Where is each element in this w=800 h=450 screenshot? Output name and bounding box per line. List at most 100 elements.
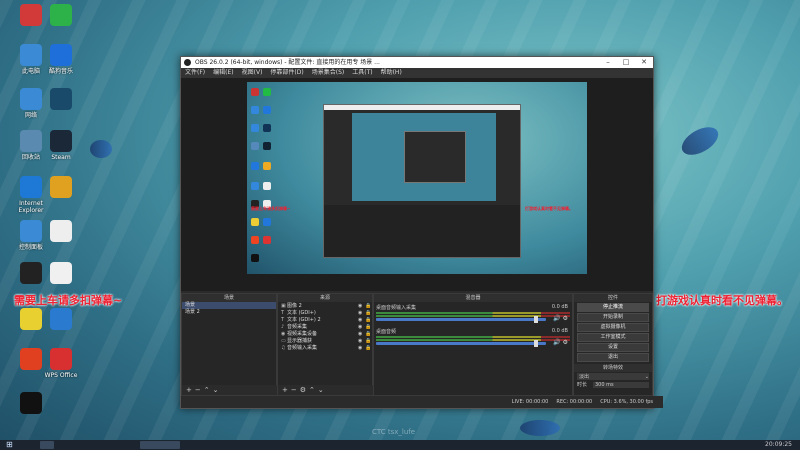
desktop-icon[interactable]: 酷狗音乐 xyxy=(38,44,84,75)
move-up-icon[interactable]: ⌃ xyxy=(309,386,315,394)
control-button[interactable]: 退出 xyxy=(577,353,649,362)
mini-desktop-icon xyxy=(263,88,271,96)
desktop-icon[interactable] xyxy=(8,392,54,416)
scenes-title: 场景 xyxy=(182,294,276,302)
volume-meter xyxy=(376,312,570,314)
mini-desktop-icon xyxy=(263,106,271,114)
scene-item[interactable]: 场景 2 xyxy=(182,309,276,316)
menu-item[interactable]: 场景集合(S) xyxy=(312,68,345,78)
lock-icon[interactable]: 🔒 xyxy=(365,338,372,344)
volume-meter xyxy=(376,339,570,341)
mini-desktop-icon xyxy=(251,254,259,262)
desktop-icon[interactable] xyxy=(38,262,84,286)
lock-icon[interactable]: 🔒 xyxy=(365,331,372,337)
desktop-icon[interactable]: WPS Office xyxy=(38,348,84,379)
remove-source-button[interactable]: − xyxy=(291,386,297,394)
taskbar: ⊞ 20:09:25 xyxy=(0,440,800,450)
source-item[interactable]: ◉ 视频采集设备 ◉ 🔒 xyxy=(278,330,372,338)
volume-fader[interactable] xyxy=(376,340,546,347)
fader-knob[interactable] xyxy=(533,340,538,347)
source-item[interactable]: ♫ 音频输入采集 ◉ 🔒 xyxy=(278,344,372,352)
move-up-icon[interactable]: ⌃ xyxy=(204,386,210,394)
mini-desktop-icon xyxy=(263,124,271,132)
mixer-db-value: 0.0 dB xyxy=(551,304,568,310)
desktop-icon[interactable] xyxy=(38,88,84,112)
move-down-icon[interactable]: ⌄ xyxy=(213,386,219,394)
menu-item[interactable]: 停靠部件(D) xyxy=(270,68,303,78)
volume-fader[interactable] xyxy=(376,316,546,323)
taskbar-item[interactable] xyxy=(140,441,180,449)
desktop-icon[interactable] xyxy=(38,220,84,244)
transition-type: 淡出 xyxy=(579,374,590,380)
desktop-icon[interactable] xyxy=(38,308,84,332)
remove-scene-button[interactable]: − xyxy=(195,386,201,394)
lock-icon[interactable]: 🔒 xyxy=(365,345,372,351)
taskbar-item[interactable] xyxy=(40,441,54,449)
visibility-eye-icon[interactable]: ◉ xyxy=(358,317,365,323)
maximize-button[interactable]: □ xyxy=(617,57,635,68)
visibility-eye-icon[interactable]: ◉ xyxy=(358,331,365,337)
source-settings-icon[interactable]: ⚙ xyxy=(300,386,306,394)
visibility-eye-icon[interactable]: ◉ xyxy=(358,338,365,344)
control-button[interactable]: 停止推流 xyxy=(577,303,649,312)
lock-icon[interactable]: 🔒 xyxy=(365,303,372,309)
sources-toolbar: + − ⚙ ⌃ ⌄ xyxy=(278,385,376,395)
duration-input[interactable]: 300 ms xyxy=(593,381,649,388)
add-scene-button[interactable]: + xyxy=(186,386,192,394)
control-button[interactable]: 工作室模式 xyxy=(577,333,649,342)
speaker-icon[interactable]: 🔊 xyxy=(553,315,562,322)
start-button[interactable]: ⊞ xyxy=(6,441,14,449)
mixer-track-controls: 🔊 ⚙ xyxy=(553,315,568,322)
scene-item[interactable]: 场景 xyxy=(182,302,276,309)
source-item[interactable]: ▣ 图像 2 ◉ 🔒 xyxy=(278,302,372,310)
control-button[interactable]: 设置 xyxy=(577,343,649,352)
lock-icon[interactable]: 🔒 xyxy=(365,310,372,316)
move-down-icon[interactable]: ⌄ xyxy=(318,386,324,394)
control-button[interactable]: 开始录制 xyxy=(577,313,649,322)
visibility-eye-icon[interactable]: ◉ xyxy=(358,324,365,330)
mini-desktop-icon xyxy=(251,142,259,150)
menu-item[interactable]: 帮助(H) xyxy=(381,68,402,78)
clock-icon xyxy=(50,88,72,110)
source-item[interactable]: T 文本 (GDI+) ◉ 🔒 xyxy=(278,309,372,317)
chevron-down-icon: ⌄ xyxy=(644,373,649,380)
obs-titlebar[interactable]: OBS 26.0.2 (64-bit, windows) - 配置文件: 直接用… xyxy=(181,57,653,68)
desktop-icon[interactable]: Steam xyxy=(38,130,84,161)
menu-item[interactable]: 编辑(E) xyxy=(213,68,233,78)
source-item[interactable]: T 文本 (GDI+) 2 ◉ 🔒 xyxy=(278,316,372,324)
control-button[interactable]: 虚拟摄像机 xyxy=(577,323,649,332)
preview-area[interactable]: 需要上车请多扣弹幕~ 打游戏认真时看不见弹幕。 ⚙ 属性 ◐ 滤镜 xyxy=(181,78,653,307)
visibility-eye-icon[interactable]: ◉ xyxy=(358,303,365,309)
desktop-icon-label: WPS Office xyxy=(44,372,78,379)
mixer-track: 桌面音频输入采集 0.0 dB 🔊 ⚙ xyxy=(376,304,570,326)
visibility-eye-icon[interactable]: ◉ xyxy=(358,345,365,351)
gear-icon[interactable]: ⚙ xyxy=(563,315,568,322)
minimize-button[interactable]: – xyxy=(599,57,617,68)
steam-icon xyxy=(50,130,72,152)
fish-decoration xyxy=(520,420,560,436)
mini-desktop-icon xyxy=(251,162,259,170)
add-source-button[interactable]: + xyxy=(282,386,288,394)
transition-select[interactable]: 淡出 ⌄ xyxy=(577,373,649,380)
close-button[interactable]: ✕ xyxy=(635,57,653,68)
menu-item[interactable]: 文件(F) xyxy=(185,68,205,78)
lock-icon[interactable]: 🔒 xyxy=(365,324,372,330)
desktop-icon[interactable] xyxy=(38,4,84,28)
fader-knob[interactable] xyxy=(533,316,538,323)
mixer-title: 混音器 xyxy=(374,294,572,302)
docks: 场景 场景 场景 2 + − ⌃ ⌄ 来源 ▣ 图像 2 ◉ 🔒 T 文本 (GDI+) ◉ 🔒… xyxy=(181,293,653,396)
visibility-eye-icon[interactable]: ◉ xyxy=(358,310,365,316)
desktop-icon[interactable] xyxy=(38,176,84,200)
source-item[interactable]: ♪ 音频采集 ◉ 🔒 xyxy=(278,323,372,331)
mini-desktop-icon xyxy=(263,162,271,170)
menu-item[interactable]: 工具(T) xyxy=(352,68,372,78)
lock-icon[interactable]: 🔒 xyxy=(365,317,372,323)
source-item[interactable]: ▭ 显示器捕获 ◉ 🔒 xyxy=(278,337,372,345)
source-name: 文本 (GDI+) 2 xyxy=(287,317,321,323)
obs-icon xyxy=(184,59,191,66)
gear-icon[interactable]: ⚙ xyxy=(563,339,568,346)
danmaku-left: 需要上车请多扣弹幕~ xyxy=(14,294,123,307)
desktop-icon-label: 控制面板 xyxy=(18,244,43,251)
speaker-icon[interactable]: 🔊 xyxy=(553,339,562,346)
menu-item[interactable]: 视图(V) xyxy=(242,68,263,78)
